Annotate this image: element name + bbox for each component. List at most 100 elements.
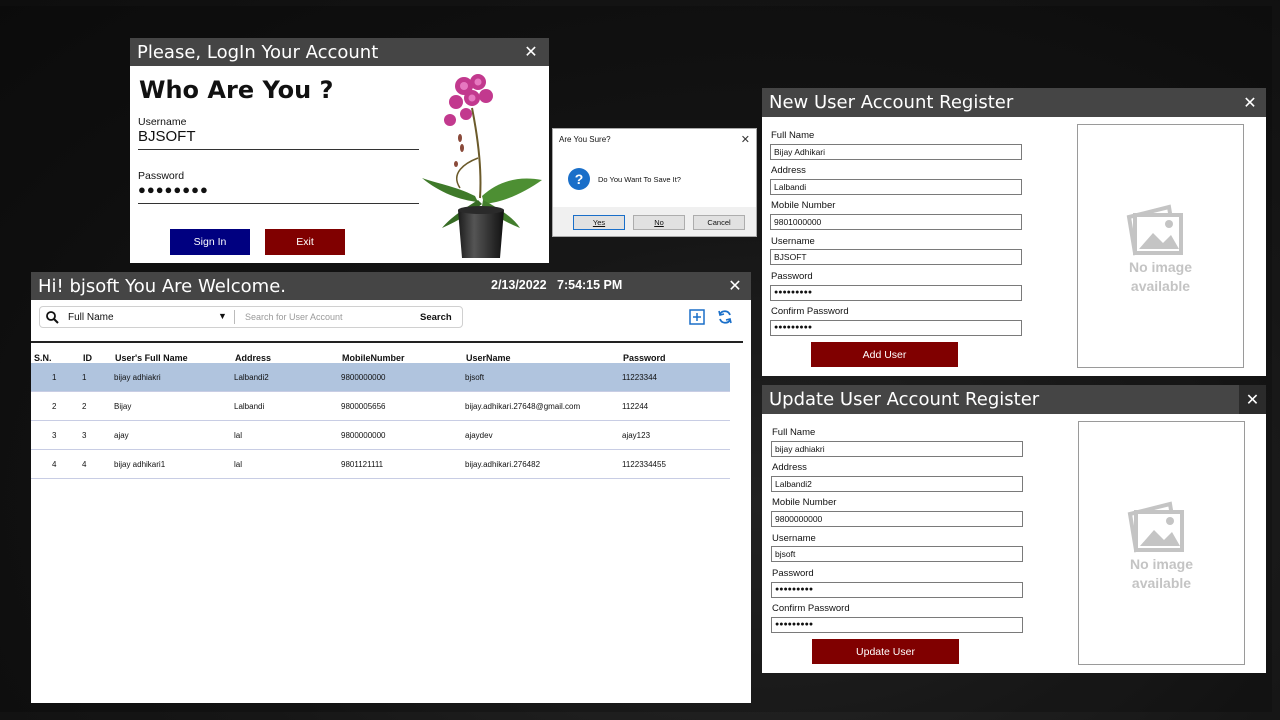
- cell-sn: 4: [52, 460, 57, 469]
- current-time: 7:54:15 PM: [557, 278, 623, 292]
- login-titlebar[interactable]: Please, LogIn Your Account: [130, 38, 549, 66]
- field-label: Full Name: [772, 427, 816, 438]
- confirm-dialog: Are You Sure? ✕ ? Do You Want To Save It…: [552, 128, 757, 237]
- field-label: Full Name: [771, 130, 815, 141]
- sign-in-button[interactable]: Sign In: [170, 229, 250, 255]
- cell-username: bijay.adhikari.27648@gmail.com: [465, 402, 581, 411]
- confirm-password-input[interactable]: ●●●●●●●●●: [771, 617, 1023, 633]
- cell-sn: 1: [52, 373, 57, 382]
- new-user-window: New User Account Register ✕ Full Name Bi…: [762, 88, 1266, 376]
- username-input[interactable]: BJSOFT: [138, 128, 419, 150]
- search-bar: Full Name ▼ Search for User Account Sear…: [39, 306, 463, 328]
- main-title: Hi! bjsoft You Are Welcome.: [38, 275, 287, 297]
- new-user-close-icon[interactable]: ✕: [1236, 93, 1264, 113]
- update-user-titlebar[interactable]: Update User Account Register: [762, 385, 1239, 414]
- cell-address: Lalbandi: [234, 402, 265, 411]
- cell-id: 3: [82, 431, 87, 440]
- main-close-icon[interactable]: ✕: [721, 276, 749, 296]
- cell-mobile: 9800005656: [341, 402, 386, 411]
- password-input[interactable]: ●●●●●●●●: [138, 182, 419, 204]
- address-input[interactable]: Lalbandi2: [771, 476, 1023, 492]
- orchid-image: [422, 74, 542, 258]
- field-label: Mobile Number: [772, 497, 837, 508]
- cell-username: bijay.adhikari.276482: [465, 460, 541, 469]
- field-label: Address: [772, 462, 807, 473]
- no-image-text: available: [1130, 278, 1191, 294]
- no-image-text: No image: [1129, 556, 1193, 572]
- cell-fullname: bijay adhikari1: [114, 460, 166, 469]
- update-user-window: Update User Account Register ✕ Full Name…: [762, 385, 1266, 673]
- new-user-titlebar[interactable]: New User Account Register: [762, 88, 1266, 117]
- question-icon: ?: [568, 168, 590, 190]
- no-image-text: available: [1131, 575, 1192, 591]
- new-user-title: New User Account Register: [769, 92, 1014, 113]
- column-header[interactable]: Address: [235, 353, 271, 363]
- column-header[interactable]: Password: [623, 353, 666, 363]
- cell-address: lal: [234, 431, 243, 440]
- field-label: Address: [771, 165, 806, 176]
- username-input[interactable]: BJSOFT: [770, 249, 1022, 265]
- dialog-message: Do You Want To Save It?: [598, 175, 681, 184]
- cell-id: 2: [82, 402, 87, 411]
- yes-button[interactable]: Yes: [573, 215, 625, 230]
- cancel-button[interactable]: Cancel: [693, 215, 745, 230]
- mobile-input[interactable]: 9801000000: [770, 214, 1022, 230]
- username-input[interactable]: bjsoft: [771, 546, 1023, 562]
- table-row[interactable]: 3 3 ajay lal 9800000000 ajaydev ajay123: [31, 421, 730, 450]
- table-row[interactable]: 4 4 bijay adhikari1 lal 9801121111 bijay…: [31, 450, 730, 479]
- cell-password: ajay123: [622, 431, 651, 440]
- username-label: Username: [138, 116, 187, 128]
- field-label: Mobile Number: [771, 200, 836, 211]
- update-user-button[interactable]: Update User: [812, 639, 959, 664]
- field-label: Confirm Password: [771, 306, 849, 317]
- dialog-close-icon[interactable]: ✕: [741, 133, 750, 146]
- column-header[interactable]: ID: [83, 353, 92, 363]
- update-user-title: Update User Account Register: [769, 389, 1040, 410]
- no-button[interactable]: No: [633, 215, 685, 230]
- update-user-close-icon[interactable]: ✕: [1239, 385, 1266, 414]
- search-input[interactable]: Search for User Account: [245, 312, 343, 322]
- cell-mobile: 9800000000: [341, 373, 386, 382]
- column-header[interactable]: User's Full Name: [115, 353, 188, 363]
- search-icon: [46, 311, 59, 324]
- user-image-placeholder[interactable]: No image available: [1077, 124, 1244, 368]
- login-title: Please, LogIn Your Account: [137, 41, 379, 63]
- mobile-input[interactable]: 9800000000: [771, 511, 1023, 527]
- address-input[interactable]: Lalbandi: [770, 179, 1022, 195]
- cell-address: Lalbandi2: [234, 373, 269, 382]
- password-input[interactable]: ●●●●●●●●●: [771, 582, 1023, 598]
- search-button[interactable]: Search: [420, 312, 452, 323]
- image-icon: [1126, 204, 1183, 256]
- user-image-placeholder[interactable]: No image available: [1078, 421, 1245, 665]
- field-label: Confirm Password: [772, 603, 850, 614]
- cell-mobile: 9801121111: [341, 460, 384, 469]
- login-heading: Who Are You ?: [139, 76, 334, 104]
- cell-fullname: ajay: [114, 431, 129, 440]
- column-header[interactable]: S.N.: [34, 353, 52, 363]
- column-header[interactable]: MobileNumber: [342, 353, 405, 363]
- refresh-icon[interactable]: [717, 309, 733, 325]
- cell-password: 11223344: [622, 373, 657, 382]
- password-input[interactable]: ●●●●●●●●●: [770, 285, 1022, 301]
- login-close-icon[interactable]: ✕: [517, 42, 545, 62]
- login-window: Please, LogIn Your Account ✕ Who Are You…: [130, 38, 549, 263]
- fullname-input[interactable]: bijay adhiakri: [771, 441, 1023, 457]
- exit-button[interactable]: Exit: [265, 229, 345, 255]
- chevron-down-icon[interactable]: ▼: [218, 311, 227, 321]
- add-icon[interactable]: [689, 309, 705, 325]
- fullname-input[interactable]: Bijay Adhikari: [770, 144, 1022, 160]
- cell-id: 1: [82, 373, 87, 382]
- field-label: Password: [771, 271, 813, 282]
- table-row[interactable]: 2 2 Bijay Lalbandi 9800005656 bijay.adhi…: [31, 392, 730, 421]
- column-header[interactable]: UserName: [466, 353, 511, 363]
- search-divider: [234, 310, 235, 324]
- cell-id: 4: [82, 460, 87, 469]
- cell-fullname: Bijay: [114, 402, 132, 411]
- add-user-button[interactable]: Add User: [811, 342, 958, 367]
- no-image-text: No image: [1128, 259, 1192, 275]
- filter-select[interactable]: Full Name: [68, 312, 114, 323]
- table-row[interactable]: 1 1 bijay adhiakri Lalbandi2 9800000000 …: [31, 363, 730, 392]
- cell-username: bjsoft: [465, 373, 485, 382]
- main-titlebar[interactable]: Hi! bjsoft You Are Welcome.: [31, 272, 751, 300]
- confirm-password-input[interactable]: ●●●●●●●●●: [770, 320, 1022, 336]
